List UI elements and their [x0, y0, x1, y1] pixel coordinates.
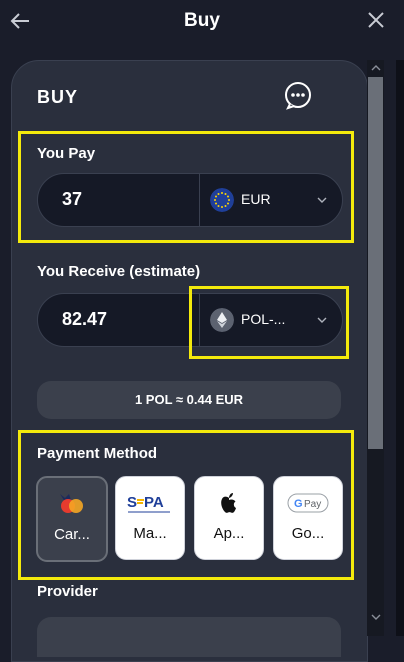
scrollbar-thumb[interactable] — [368, 77, 383, 449]
provider-label: Provider — [37, 583, 98, 600]
you-receive-amount: 82.47 — [62, 309, 108, 329]
highlight-receive-currency — [189, 286, 349, 359]
you-receive-label: You Receive (estimate) — [37, 263, 201, 280]
exchange-rate: 1 POL ≈ 0.44 EUR — [37, 381, 341, 419]
highlight-payment-method — [18, 430, 354, 580]
page-title: Buy — [184, 10, 220, 31]
provider-selector[interactable] — [37, 617, 341, 657]
top-bar: Buy — [0, 0, 404, 44]
chat-icon[interactable] — [283, 80, 313, 110]
card-heading: BUY — [37, 87, 79, 107]
scroll-up-icon[interactable] — [371, 63, 381, 73]
window-edge — [396, 60, 404, 636]
scroll-down-icon[interactable] — [371, 612, 381, 622]
highlight-you-pay — [18, 131, 354, 243]
close-icon[interactable] — [366, 10, 386, 30]
